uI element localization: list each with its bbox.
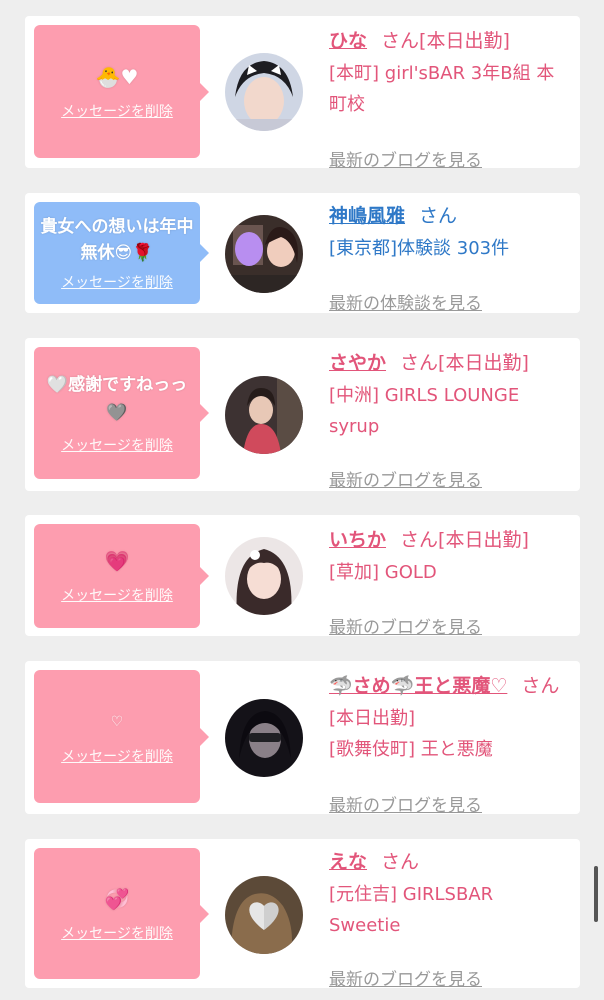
honorific: さん xyxy=(381,30,420,52)
list-item: ♡ メッセージを削除 🦈さめ🦈王と悪魔♡ さん [本日出勤] [歌舞伎町] 王と悪… xyxy=(25,661,580,816)
message-text: 💗 xyxy=(104,549,130,573)
user-name-link[interactable]: ひな xyxy=(329,30,367,52)
honorific: さん xyxy=(381,851,420,873)
latest-blog-link[interactable]: 最新のブログを見る xyxy=(329,791,482,816)
list-item: 貴女への想いは年中無休😎🌹 メッセージを削除 神嶋風雅 さん [東京都]体験談 3… xyxy=(25,193,580,314)
user-info: 🦈さめ🦈王と悪魔♡ さん [本日出勤] [歌舞伎町] 王と悪魔 最新のブログを見る xyxy=(329,673,569,816)
message-text: 💞 xyxy=(104,886,130,911)
latest-blog-link[interactable]: 最新のブログを見る xyxy=(329,146,482,171)
message-bubble: 🐣♥ メッセージを削除 xyxy=(34,25,209,158)
delete-message-link[interactable]: メッセージを削除 xyxy=(61,585,173,605)
status-badge: [本日出勤] xyxy=(419,30,510,52)
avatar[interactable] xyxy=(225,215,303,293)
shop-detail: [歌舞伎町] 王と悪魔 xyxy=(329,739,493,760)
user-info: ひな さん[本日出勤] [本町] girl'sBAR 3年B組 本町校 最新のブロ… xyxy=(329,28,569,171)
user-info: えな さん [元住吉] GIRLSBAR Sweetie 最新のブログを見る xyxy=(329,849,569,990)
delete-message-link[interactable]: メッセージを削除 xyxy=(61,101,173,121)
status-badge: [本日出勤] xyxy=(438,352,529,374)
latest-blog-link[interactable]: 最新のブログを見る xyxy=(329,466,482,491)
message-bubble: 貴女への想いは年中無休😎🌹 メッセージを削除 xyxy=(34,202,209,304)
message-bubble: 💗 メッセージを削除 xyxy=(34,524,209,628)
latest-review-link[interactable]: 最新の体験談を見る xyxy=(329,289,482,314)
avatar[interactable] xyxy=(225,376,303,454)
message-text: ♡ xyxy=(110,713,124,730)
message-bubble: ♡ メッセージを削除 xyxy=(34,670,209,803)
honorific: さん xyxy=(521,675,560,697)
shop-detail: [中洲] GIRLS LOUNGE syrup xyxy=(329,385,520,437)
avatar[interactable] xyxy=(225,699,303,777)
list-item: 💞 メッセージを削除 えな さん [元住吉] GIRLSBAR Sweetie 最… xyxy=(25,839,580,990)
honorific: さん xyxy=(400,352,439,374)
user-info: 神嶋風雅 さん [東京都]体験談 303件 最新の体験談を見る xyxy=(329,203,569,314)
list-item: 🐣♥ メッセージを削除 ひな さん[本日出勤] [本町] girl'sBAR 3年… xyxy=(25,16,580,171)
user-name-link[interactable]: さやか xyxy=(329,352,386,374)
list-item: 💗 メッセージを削除 いちか さん[本日出勤] [草加] GOLD 最新のブログを… xyxy=(25,515,580,638)
message-text: 🐣♥ xyxy=(95,64,139,89)
user-name-link[interactable]: いちか xyxy=(329,529,386,551)
user-info: さやか さん[本日出勤] [中洲] GIRLS LOUNGE syrup 最新のブ… xyxy=(329,350,569,491)
status-badge: [本日出勤] xyxy=(438,529,529,551)
message-text: 🤍感謝ですねっっ🩶 xyxy=(46,375,188,423)
shop-detail: [草加] GOLD xyxy=(329,562,437,583)
user-name-link[interactable]: 神嶋風雅 xyxy=(329,205,405,227)
list-item: 🤍感謝ですねっっ🩶 メッセージを削除 さやか さん[本日出勤] [中洲] GIRL… xyxy=(25,338,580,491)
delete-message-link[interactable]: メッセージを削除 xyxy=(61,435,173,455)
delete-message-link[interactable]: メッセージを削除 xyxy=(61,746,173,766)
scrollbar[interactable] xyxy=(594,866,598,922)
latest-blog-link[interactable]: 最新のブログを見る xyxy=(329,613,482,638)
avatar[interactable] xyxy=(225,876,303,954)
user-name-link[interactable]: えな xyxy=(329,851,367,873)
avatar[interactable] xyxy=(225,537,303,615)
latest-blog-link[interactable]: 最新のブログを見る xyxy=(329,965,482,990)
message-text: 貴女への想いは年中無休😎🌹 xyxy=(40,217,194,263)
shop-detail: [元住吉] GIRLSBAR Sweetie xyxy=(329,884,494,936)
message-bubble: 🤍感謝ですねっっ🩶 メッセージを削除 xyxy=(34,347,209,479)
shop-detail: [東京都]体験談 303件 xyxy=(329,238,510,259)
delete-message-link[interactable]: メッセージを削除 xyxy=(61,272,173,292)
status-badge: [本日出勤] xyxy=(329,708,416,729)
shop-detail: [本町] girl'sBAR 3年B組 本町校 xyxy=(329,63,555,115)
user-name-link[interactable]: 🦈さめ🦈王と悪魔♡ xyxy=(329,675,507,697)
user-info: いちか さん[本日出勤] [草加] GOLD 最新のブログを見る xyxy=(329,527,569,638)
message-bubble: 💞 メッセージを削除 xyxy=(34,848,209,979)
honorific: さん xyxy=(400,529,439,551)
delete-message-link[interactable]: メッセージを削除 xyxy=(61,923,173,943)
honorific: さん xyxy=(419,205,458,227)
avatar[interactable] xyxy=(225,53,303,131)
